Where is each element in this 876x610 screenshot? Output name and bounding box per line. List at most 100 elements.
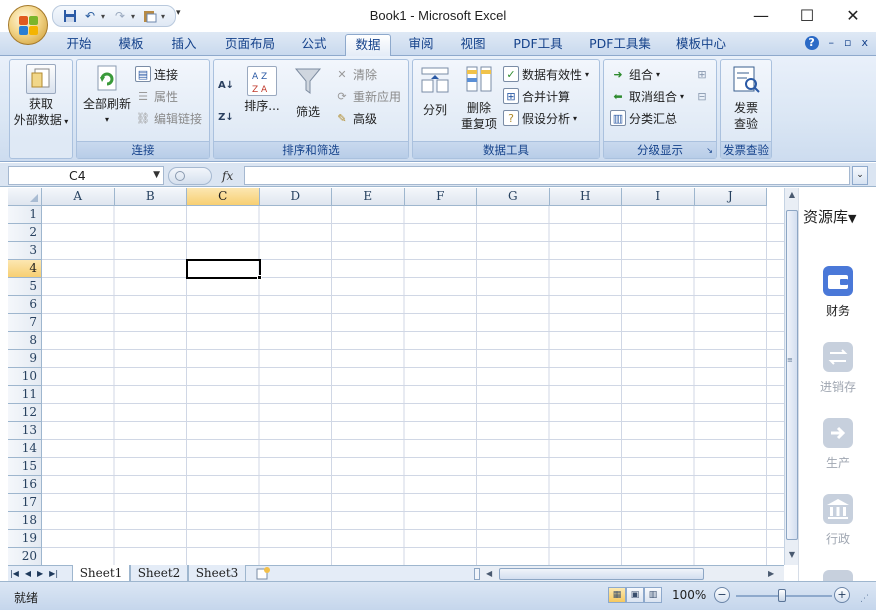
row-header-10[interactable]: 10 [8, 368, 42, 386]
tab-data[interactable]: 数据 [345, 34, 391, 56]
row-header-17[interactable]: 17 [8, 494, 42, 512]
reapply-button[interactable]: ⟳ 重新应用 [334, 86, 401, 106]
next-sheet-icon[interactable]: ▶ [37, 566, 43, 581]
row-header-7[interactable]: 7 [8, 314, 42, 332]
advanced-filter-button[interactable]: ✎ 高级 [334, 108, 377, 128]
tab-split-handle[interactable] [474, 568, 480, 580]
tab-templates[interactable]: 模板 [110, 34, 152, 56]
zoom-slider-thumb[interactable] [778, 589, 786, 602]
filter-button[interactable]: 筛选 [286, 66, 330, 120]
sort-button[interactable]: A Z Z A 排序... [240, 66, 284, 114]
edit-links-button[interactable]: ⛓ 编辑链接 [135, 108, 202, 128]
row-header-19[interactable]: 19 [8, 530, 42, 548]
group-button[interactable]: ➜ 组合 ▾ [610, 64, 660, 84]
ribbon-restore-button[interactable]: ▫ [844, 36, 851, 50]
column-header-d[interactable]: D [259, 188, 332, 206]
help-icon[interactable]: ? [804, 36, 819, 50]
horizontal-scrollbar[interactable]: ◀ ▶ [474, 566, 784, 582]
row-header-2[interactable]: 2 [8, 224, 42, 242]
row-header-12[interactable]: 12 [8, 404, 42, 422]
row-header-8[interactable]: 8 [8, 332, 42, 350]
dialog-launcher-icon[interactable]: ↘ [706, 146, 713, 155]
side-item-admin[interactable]: 行政 [799, 494, 876, 547]
column-header-j[interactable]: J [694, 188, 767, 206]
connections-button[interactable]: ▤ 连接 [135, 64, 178, 84]
cell-area[interactable] [42, 206, 784, 565]
refresh-all-button[interactable]: 全部刷新 ▾ [79, 64, 135, 128]
row-header-11[interactable]: 11 [8, 386, 42, 404]
ribbon-close-button[interactable]: x [861, 36, 868, 50]
normal-view-icon[interactable]: ▦ [608, 587, 626, 603]
sheet-tab-1[interactable]: Sheet1 [72, 565, 130, 582]
hide-detail-button[interactable]: ⊟ [694, 86, 710, 106]
side-item-finance[interactable]: 财务 [799, 266, 876, 319]
vertical-scrollbar[interactable]: ▲ ≡ ▼ [784, 188, 798, 565]
what-if-analysis-button[interactable]: ? 假设分析 ▾ [503, 108, 577, 128]
name-box[interactable]: C4 ▼ [8, 166, 164, 185]
zoom-in-icon[interactable]: + [834, 587, 850, 603]
sheet-tab-2[interactable]: Sheet2 [130, 565, 188, 582]
get-external-data-button[interactable]: 获取 外部数据 ▾ [12, 64, 70, 130]
tab-home[interactable]: 开始 [58, 34, 100, 56]
tab-template-center[interactable]: 模板中心 [668, 34, 734, 56]
first-sheet-icon[interactable]: |◀ [10, 566, 19, 581]
select-all-button[interactable] [8, 188, 42, 206]
row-header-13[interactable]: 13 [8, 422, 42, 440]
zoom-level[interactable]: 100% [672, 588, 706, 602]
resource-library-title[interactable]: 资源库▼ [803, 206, 856, 227]
scroll-right-icon[interactable]: ▶ [768, 566, 774, 581]
subtotal-button[interactable]: ▥ 分类汇总 [610, 108, 677, 128]
data-validation-button[interactable]: ✓ 数据有效性 ▾ [503, 64, 589, 84]
row-header-14[interactable]: 14 [8, 440, 42, 458]
close-button[interactable]: ✕ [830, 0, 876, 30]
text-to-columns-button[interactable]: 分列 [415, 64, 455, 118]
chevron-down-icon[interactable]: ▼ [153, 167, 160, 184]
column-header-g[interactable]: G [477, 188, 550, 206]
column-header-b[interactable]: B [114, 188, 187, 206]
row-header-5[interactable]: 5 [8, 278, 42, 296]
column-header-c[interactable]: C [187, 188, 260, 206]
fill-handle[interactable] [256, 275, 262, 280]
scroll-up-icon[interactable]: ▲ [786, 188, 798, 202]
scroll-down-icon[interactable]: ▼ [786, 548, 798, 562]
row-header-16[interactable]: 16 [8, 476, 42, 494]
insert-sheet-icon[interactable] [256, 567, 270, 580]
consolidate-button[interactable]: ⊞ 合并计算 [503, 86, 570, 106]
expand-formula-bar-icon[interactable]: ⌄ [852, 166, 868, 185]
column-header-h[interactable]: H [549, 188, 622, 206]
ribbon-minimize-button[interactable]: – [829, 36, 835, 50]
row-header-20[interactable]: 20 [8, 548, 42, 565]
row-header-15[interactable]: 15 [8, 458, 42, 476]
horizontal-scroll-thumb[interactable] [499, 568, 704, 580]
side-item-production[interactable]: 生产 [799, 418, 876, 471]
minimize-button[interactable]: — [738, 0, 784, 30]
row-header-6[interactable]: 6 [8, 296, 42, 314]
zoom-out-icon[interactable]: − [714, 587, 730, 603]
tab-pdf-toolset[interactable]: PDF工具集 [582, 34, 658, 56]
tab-insert[interactable]: 插入 [163, 34, 205, 56]
prev-sheet-icon[interactable]: ◀ [25, 566, 31, 581]
tab-view[interactable]: 视图 [452, 34, 494, 56]
page-break-view-icon[interactable]: ▥ [644, 587, 662, 603]
column-header-a[interactable]: A [42, 188, 115, 206]
properties-button[interactable]: ☰ 属性 [135, 86, 178, 106]
column-header-e[interactable]: E [332, 188, 405, 206]
insert-function-icon[interactable]: fx [222, 169, 233, 183]
tab-formulas[interactable]: 公式 [293, 34, 335, 56]
row-header-9[interactable]: 9 [8, 350, 42, 368]
column-header-f[interactable]: F [404, 188, 477, 206]
last-sheet-icon[interactable]: ▶| [49, 566, 58, 581]
row-header-3[interactable]: 3 [8, 242, 42, 260]
side-item-inventory[interactable]: 进销存 [799, 342, 876, 395]
tab-page-layout[interactable]: 页面布局 [218, 34, 282, 56]
invoice-check-button[interactable]: 发票 查验 [723, 64, 769, 132]
scroll-left-icon[interactable]: ◀ [486, 566, 492, 581]
maximize-button[interactable]: ☐ [784, 0, 830, 30]
column-header-i[interactable]: I [622, 188, 695, 206]
row-header-18[interactable]: 18 [8, 512, 42, 530]
formula-input[interactable] [244, 166, 850, 185]
tab-review[interactable]: 审阅 [400, 34, 442, 56]
sheet-tab-3[interactable]: Sheet3 [188, 565, 246, 582]
active-cell[interactable] [186, 259, 261, 279]
remove-duplicates-button[interactable]: 删除 重复项 [457, 64, 501, 132]
